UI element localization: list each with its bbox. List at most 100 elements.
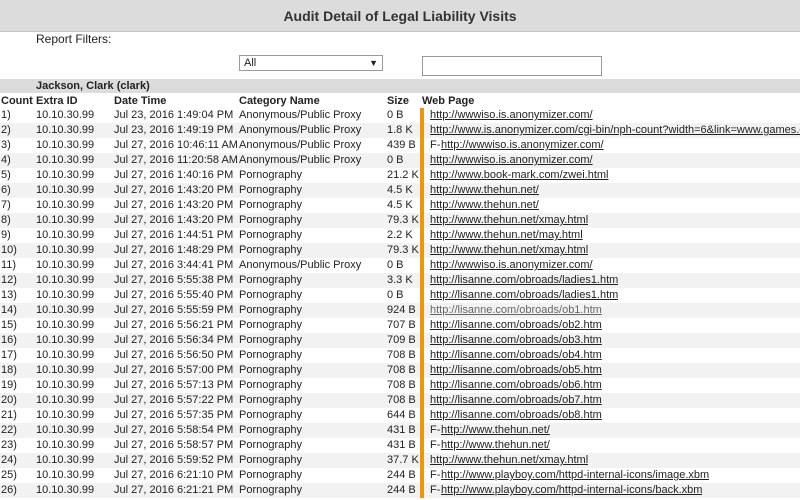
row-web-page-link[interactable]: http://www.thehun.net/: [430, 183, 539, 198]
row-web-page-link[interactable]: http://wwwiso.is.anonymizer.com/: [430, 258, 593, 273]
row-date-time: Jul 27, 2016 5:56:50 PM: [114, 349, 234, 361]
table-row: 4) 10.10.30.99 Jul 27, 2016 11:20:58 AM Ano…: [0, 153, 800, 168]
row-web-page-link[interactable]: http://wwwiso.is.anonymizer.com/: [430, 153, 593, 168]
row-count: 26): [1, 484, 17, 496]
row-count: 1): [1, 109, 11, 121]
category-filter-value: All: [244, 57, 257, 69]
row-extra-id: 10.10.30.99: [36, 229, 95, 241]
row-size: 0 B: [387, 289, 404, 301]
row-web-page-link[interactable]: http://lisanne.com/obroads/ob8.htm: [430, 408, 602, 423]
row-date-time: Jul 27, 2016 1:44:51 PM: [114, 229, 234, 241]
row-web-page-link[interactable]: http://lisanne.com/obroads/ladies1.htm: [430, 288, 618, 303]
category-filter-select[interactable]: All ▼: [239, 55, 383, 71]
table-row: 26) 10.10.30.99 Jul 27, 2016 6:21:21 PM Por…: [0, 483, 800, 498]
row-size: 79.3 K: [387, 244, 419, 256]
row-date-time: Jul 27, 2016 3:44:41 PM: [114, 259, 234, 271]
row-web-page-link[interactable]: http://www.thehun.net/may.html: [430, 228, 583, 243]
row-size: 3.3 K: [387, 274, 413, 286]
row-category: Anonymous/Public Proxy: [239, 124, 362, 136]
filter-text-input[interactable]: [422, 56, 602, 76]
row-date-time: Jul 27, 2016 5:57:00 PM: [114, 364, 234, 376]
row-flag-bar: [420, 168, 424, 183]
row-web-page-link[interactable]: http://www.book-mark.com/zwei.html: [430, 168, 609, 183]
row-count: 11): [1, 259, 17, 271]
table-row: 12) 10.10.30.99 Jul 27, 2016 5:55:38 PM Por…: [0, 273, 800, 288]
row-flag-bar: [420, 153, 424, 168]
row-count: 5): [1, 169, 11, 181]
row-category: Pornography: [239, 424, 302, 436]
table-row: 24) 10.10.30.99 Jul 27, 2016 5:59:52 PM Por…: [0, 453, 800, 468]
row-count: 24): [1, 454, 17, 466]
row-web-page-link[interactable]: http://lisanne.com/obroads/ob3.htm: [430, 333, 602, 348]
row-flag-bar: [420, 483, 424, 498]
row-web-page-link[interactable]: http://www.thehun.net/: [430, 198, 539, 213]
table-row: 2) 10.10.30.99 Jul 23, 2016 1:49:19 PM Anon…: [0, 123, 800, 138]
table-row: 16) 10.10.30.99 Jul 27, 2016 5:56:34 PM Por…: [0, 333, 800, 348]
row-web-page-link[interactable]: http://lisanne.com/obroads/ob4.htm: [430, 348, 602, 363]
row-flag-bar: [420, 108, 424, 123]
row-count: 2): [1, 124, 11, 136]
row-date-time: Jul 27, 2016 11:20:58 AM: [114, 154, 238, 166]
audit-table-body: 1) 10.10.30.99 Jul 23, 2016 1:49:04 PM Anon…: [0, 108, 800, 498]
row-web-page-link[interactable]: http://www.thehun.net/xmay.html: [430, 213, 588, 228]
row-date-time: Jul 27, 2016 5:58:57 PM: [114, 439, 234, 451]
row-web-page-link[interactable]: http://wwwiso.is.anonymizer.com/: [430, 108, 593, 123]
table-row: 1) 10.10.30.99 Jul 23, 2016 1:49:04 PM Anon…: [0, 108, 800, 123]
row-web-page-link[interactable]: http://lisanne.com/obroads/ladies1.htm: [430, 273, 618, 288]
row-size: 1.8 K: [387, 124, 413, 136]
row-web-page-link[interactable]: http://www.thehun.net/xmay.html: [430, 243, 588, 258]
row-date-time: Jul 27, 2016 5:57:13 PM: [114, 379, 234, 391]
row-web-page-link[interactable]: http://www.is.anonymizer.com/cgi-bin/nph…: [430, 123, 800, 138]
row-extra-id: 10.10.30.99: [36, 199, 95, 211]
row-web-page-link[interactable]: http://www.thehun.net/: [441, 423, 550, 438]
row-date-time: Jul 27, 2016 1:43:20 PM: [114, 184, 234, 196]
row-category: Pornography: [239, 439, 302, 451]
row-extra-id: 10.10.30.99: [36, 259, 95, 271]
row-web-page-link[interactable]: http://lisanne.com/obroads/ob6.htm: [430, 378, 602, 393]
row-web-page-link[interactable]: http://lisanne.com/obroads/ob5.htm: [430, 363, 602, 378]
row-flag-bar: [420, 393, 424, 408]
row-web-page-link[interactable]: http://wwwiso.is.anonymizer.com/: [441, 138, 604, 153]
row-extra-id: 10.10.30.99: [36, 154, 95, 166]
table-row: 5) 10.10.30.99 Jul 27, 2016 1:40:16 PM Porn…: [0, 168, 800, 183]
row-date-time: Jul 27, 2016 1:43:20 PM: [114, 214, 234, 226]
row-web-page-link[interactable]: http://lisanne.com/obroads/ob7.htm: [430, 393, 602, 408]
row-extra-id: 10.10.30.99: [36, 319, 95, 331]
row-flag-bar: [420, 213, 424, 228]
table-row: 18) 10.10.30.99 Jul 27, 2016 5:57:00 PM Por…: [0, 363, 800, 378]
row-web-page-link[interactable]: http://lisanne.com/obroads/ob1.htm: [430, 303, 602, 318]
row-web-page-link[interactable]: http://www.thehun.net/: [441, 438, 550, 453]
row-extra-id: 10.10.30.99: [36, 424, 95, 436]
row-web-page-link[interactable]: http://lisanne.com/obroads/ob2.htm: [430, 318, 602, 333]
table-row: 20) 10.10.30.99 Jul 27, 2016 5:57:22 PM Por…: [0, 393, 800, 408]
row-category: Pornography: [239, 214, 302, 226]
row-size: 4.5 K: [387, 184, 413, 196]
row-count: 20): [1, 394, 17, 406]
row-flag-bar: [420, 183, 424, 198]
row-category: Pornography: [239, 169, 302, 181]
row-count: 13): [1, 289, 17, 301]
row-date-time: Jul 23, 2016 1:49:04 PM: [114, 109, 234, 121]
row-date-time: Jul 27, 2016 10:46:11 AM: [114, 139, 238, 151]
row-category: Pornography: [239, 199, 302, 211]
row-size: 439 B: [387, 139, 416, 151]
row-url-prefix: F-: [430, 439, 441, 451]
row-url-prefix: F-: [430, 139, 441, 151]
row-web-page-link[interactable]: http://www.playboy.com/httpd-internal-ic…: [441, 468, 709, 483]
table-row: 17) 10.10.30.99 Jul 27, 2016 5:56:50 PM Por…: [0, 348, 800, 363]
row-count: 23): [1, 439, 17, 451]
row-flag-bar: [420, 318, 424, 333]
row-count: 25): [1, 469, 17, 481]
row-count: 17): [1, 349, 17, 361]
row-size: 4.5 K: [387, 199, 413, 211]
row-category: Pornography: [239, 319, 302, 331]
column-header-size: Size: [387, 95, 410, 107]
row-size: 79.3 K: [387, 214, 419, 226]
row-size: 708 B: [387, 349, 416, 361]
row-extra-id: 10.10.30.99: [36, 304, 95, 316]
row-date-time: Jul 27, 2016 6:21:10 PM: [114, 469, 234, 481]
row-web-page-link[interactable]: http://www.thehun.net/xmay.html: [430, 453, 588, 468]
row-category: Anonymous/Public Proxy: [239, 259, 362, 271]
row-web-page-link[interactable]: http://www.playboy.com/httpd-internal-ic…: [441, 483, 702, 498]
row-category: Pornography: [239, 349, 302, 361]
